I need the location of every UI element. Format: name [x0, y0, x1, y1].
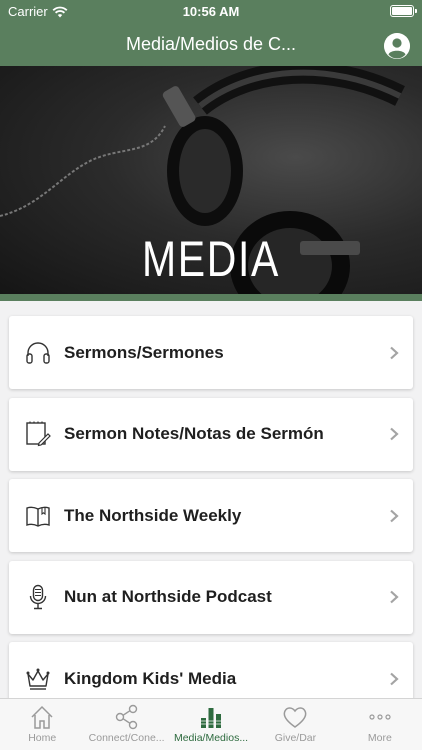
list-item-sermons[interactable]: Sermons/Sermones: [9, 316, 413, 389]
notepad-icon: [26, 421, 51, 447]
list-item-label: Sermons/Sermones: [64, 342, 224, 362]
list-item-label: Sermon Notes/Notas de Sermón: [64, 424, 324, 443]
page-title: Media/Medios de C...: [125, 34, 297, 54]
hero-divider: [0, 294, 422, 301]
media-list: Sermons/Sermones Sermon Notes/Notas de S…: [9, 316, 413, 724]
equalizer-icon: [201, 708, 222, 728]
microphone-icon: [29, 584, 47, 610]
battery-icon: [390, 5, 417, 17]
header-bar: Carrier 10:56 AM Media/Medios de C...: [0, 0, 422, 66]
tab-label: More: [367, 732, 392, 744]
tab-media[interactable]: Media/Medios...: [169, 699, 253, 750]
tab-more[interactable]: More: [338, 699, 422, 750]
user-icon: [384, 33, 410, 59]
list-item-label: Kingdom Kids' Media: [64, 668, 237, 688]
list-item-northside-weekly[interactable]: The Northside Weekly: [9, 479, 413, 552]
chevron-right-icon: [390, 509, 399, 522]
share-icon: [115, 704, 137, 730]
tab-label: Give/Dar: [274, 732, 317, 744]
hero-title: MEDIA: [141, 231, 281, 287]
status-bar: Carrier 10:56 AM: [0, 0, 422, 22]
home-icon: [31, 705, 53, 729]
chevron-right-icon: [390, 427, 399, 441]
profile-button[interactable]: [384, 33, 410, 59]
tab-connect[interactable]: Connect/Cone...: [84, 699, 168, 750]
list-item-label: The Northside Weekly: [64, 505, 242, 525]
crown-icon: [26, 668, 50, 690]
chevron-right-icon: [390, 346, 399, 359]
tab-give[interactable]: Give/Dar: [253, 699, 337, 750]
heart-icon: [283, 707, 307, 728]
list-item-label: Nun at Northside Podcast: [64, 587, 272, 606]
tab-label: Connect/Cone...: [88, 732, 165, 744]
tab-label: Home: [28, 732, 57, 744]
list-item-sermon-notes[interactable]: Sermon Notes/Notas de Sermón: [9, 397, 413, 471]
status-time: 10:56 AM: [182, 4, 240, 19]
tab-bar: Home Connect/Cone... Media/Medios... Giv…: [0, 698, 422, 750]
book-icon: [26, 506, 50, 527]
more-icon: [369, 714, 391, 720]
headphones-icon: [26, 341, 50, 364]
chevron-right-icon: [390, 672, 399, 685]
list-item-podcast[interactable]: Nun at Northside Podcast: [9, 560, 413, 634]
chevron-right-icon: [390, 590, 399, 604]
tab-label: Media/Medios...: [173, 732, 249, 744]
hero-banner: MEDIA: [0, 66, 422, 294]
tab-home[interactable]: Home: [0, 699, 84, 750]
